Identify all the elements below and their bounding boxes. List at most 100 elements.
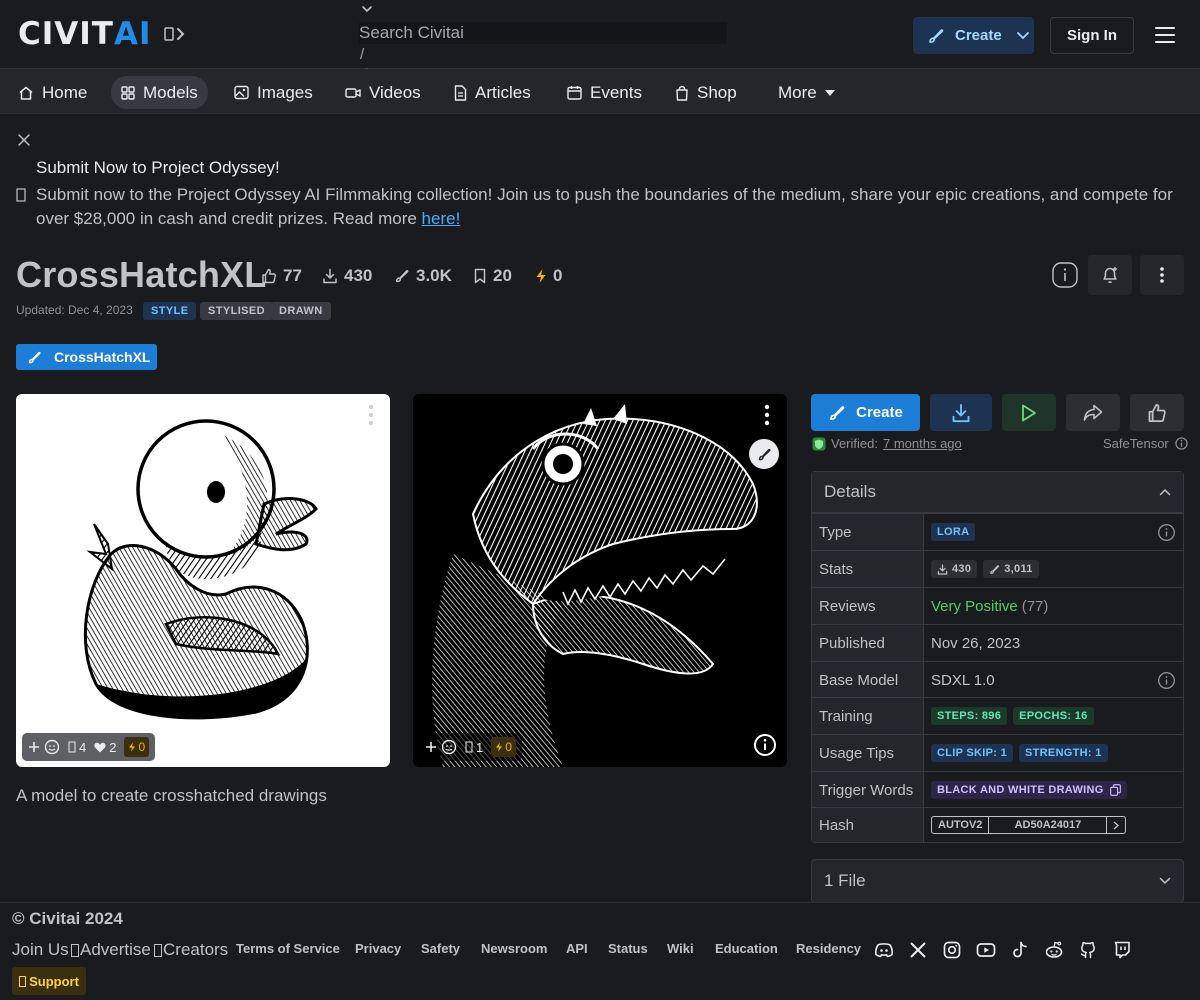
nav-item-shop[interactable]: Shop [665,76,747,109]
logo-menu-icon[interactable] [163,25,188,43]
like-button[interactable] [1130,394,1184,431]
footer-link-residency[interactable]: Residency [796,941,861,956]
comment-count[interactable]: 4 [68,740,86,755]
footer-link-safety[interactable]: Safety [421,941,460,956]
footer-join-us[interactable]: Join Us [12,940,69,960]
civitai-logo[interactable]: CIVIT AI [18,19,188,50]
share-button[interactable] [1066,394,1120,431]
footer-advertise[interactable]: Advertise [80,940,151,960]
more-options-button[interactable] [1140,255,1184,295]
footer-creators[interactable]: Creators [163,940,228,960]
hash-value[interactable]: AD50A24017 [989,817,1108,833]
version-chip[interactable]: CrossHatchXL [16,344,157,370]
footer-link-newsroom[interactable]: Newsroom [481,941,547,956]
version-chip-label: CrossHatchXL [54,349,151,365]
hamburger-menu-icon[interactable] [1155,26,1175,44]
details-key: Trigger Words [812,772,924,808]
caret-down-icon [824,89,835,97]
download-icon [951,403,971,423]
nav-item-models[interactable]: Models [111,76,208,109]
play-icon [1021,404,1037,422]
play-button[interactable] [1002,394,1056,431]
buzz-count-value: 0 [138,740,146,754]
nav-label-more: More [778,82,817,102]
model-title: CrossHatchXL [16,254,267,295]
strength-badge: STRENGTH: 1 [1019,744,1108,762]
file-format-label: SafeTensor [1103,436,1169,451]
details-header[interactable]: Details [812,472,1183,513]
nav-item-events[interactable]: Events [557,76,652,109]
discord-icon[interactable] [874,940,894,960]
details-row-reviews: Reviews Very Positive (77) [812,587,1183,624]
image-info-icon[interactable] [753,733,777,757]
comment-count-value: 1 [476,739,484,755]
tiktok-icon[interactable] [1010,940,1030,960]
reddit-icon[interactable] [1044,940,1064,960]
hash-control[interactable]: AUTOV2 AD50A24017 [931,816,1127,834]
comment-icon [465,741,473,753]
shopping-bag-icon [675,85,689,101]
notify-button[interactable] [1088,255,1132,295]
nav-item-home[interactable]: Home [8,76,97,109]
support-button[interactable]: Support [12,967,86,995]
main-nav: Home Models Images Videos Articles Event… [0,69,1200,114]
github-icon[interactable] [1078,940,1098,960]
info-icon[interactable] [1158,672,1175,689]
clip-skip-badge: CLIP SKIP: 1 [931,744,1014,762]
info-icon[interactable] [1175,437,1188,450]
image-menu-icon[interactable] [764,404,770,426]
footer-link-education[interactable]: Education [715,941,778,956]
announcement-title: Submit Now to Project Odyssey! [36,158,280,177]
nav-item-articles[interactable]: Articles [444,76,541,109]
model-info-button[interactable] [1043,255,1087,295]
add-reaction-icon[interactable] [425,739,457,755]
details-row-usage-tips: Usage Tips CLIP SKIP: 1 STRENGTH: 1 [812,734,1183,771]
buzz-tip-button[interactable]: 0 [124,737,150,757]
footer-link-status[interactable]: Status [608,941,648,956]
gallery-image-duck[interactable]: 4 2 0 [16,394,390,767]
reaction-bar: 4 2 0 [22,733,156,761]
reaction-bar: 1 0 [419,733,522,761]
copy-icon[interactable] [1109,784,1121,796]
buzz-tip-button[interactable]: 0 [491,737,516,757]
image-menu-icon[interactable] [368,404,374,426]
heart-count[interactable]: 2 [94,740,116,755]
gallery-image-dinosaur[interactable]: 1 0 [413,394,787,767]
nav-item-videos[interactable]: Videos [335,76,431,109]
footer-link-terms[interactable]: Terms of Service [236,941,340,956]
details-row-hash: Hash AUTOV2 AD50A24017 [812,807,1183,842]
chevron-right-icon[interactable] [1107,817,1125,833]
stats-generations-badge: 3,011 [983,560,1039,578]
create-dropdown-button[interactable]: Create [913,17,1034,54]
tag-drawn[interactable]: DRAWN [271,302,331,320]
tag-style[interactable]: STYLE [143,302,197,320]
search-input[interactable] [359,22,727,44]
chevron-down-icon[interactable] [360,4,374,14]
instagram-icon[interactable] [942,940,962,960]
download-button[interactable] [930,394,992,431]
trigger-word-badge[interactable]: BLACK AND WHITE DRAWING [931,781,1127,799]
info-icon[interactable] [1158,524,1175,541]
nav-item-images[interactable]: Images [224,76,323,109]
footer-link-wiki[interactable]: Wiki [667,941,694,956]
x-icon[interactable] [908,940,928,960]
announcement-link[interactable]: here! [422,209,461,228]
files-accordion[interactable]: 1 File [811,859,1184,903]
twitch-icon[interactable] [1112,940,1132,960]
add-reaction-icon[interactable] [28,739,60,755]
reviews-sentiment[interactable]: Very Positive [931,598,1018,615]
create-button[interactable]: Create [811,394,920,431]
close-announcement-icon[interactable] [18,134,30,146]
verified-label: Verified: [831,436,878,451]
hash-type[interactable]: AUTOV2 [932,817,990,833]
footer-link-privacy[interactable]: Privacy [355,941,401,956]
verified-time-link[interactable]: 7 months ago [883,436,962,451]
footer-link-api[interactable]: API [566,941,588,956]
remix-badge[interactable] [749,439,779,469]
youtube-icon[interactable] [976,940,996,960]
files-label: 1 File [824,871,866,890]
tag-stylised[interactable]: STYLISED [200,302,273,320]
nav-item-more[interactable]: More [768,76,845,109]
sign-in-button[interactable]: Sign In [1050,17,1134,54]
comment-count[interactable]: 1 [465,740,483,755]
